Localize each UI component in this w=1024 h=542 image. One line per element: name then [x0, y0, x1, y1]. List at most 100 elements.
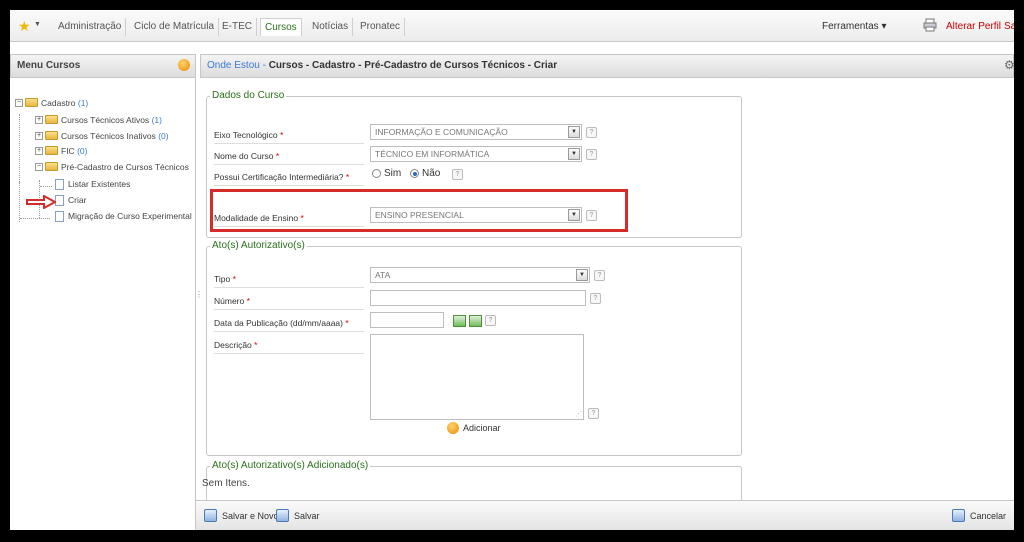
help-icon[interactable]: ?	[452, 169, 463, 180]
page-icon	[55, 211, 64, 222]
tree-connector	[19, 114, 20, 182]
folder-icon	[45, 131, 58, 140]
save-new-button[interactable]: Salvar e Novo	[204, 509, 279, 523]
breadcrumb-here: Onde Estou -	[207, 60, 266, 71]
numero-label: Número *	[214, 296, 250, 306]
expand-icon[interactable]: +	[35, 147, 43, 155]
app-window: ★ ▼ Administração Ciclo de Matrícula E-T…	[10, 10, 1014, 530]
cancel-button[interactable]: Cancelar	[952, 509, 1006, 523]
eixo-select[interactable]: INFORMAÇÃO E COMUNICAÇÃO ▼	[370, 124, 582, 140]
tree-connector	[20, 218, 50, 219]
atos-legend: Ato(s) Autorizativo(s)	[210, 240, 307, 251]
tree-connector	[40, 186, 52, 187]
folder-icon	[45, 115, 58, 124]
calendar-icon[interactable]	[453, 315, 466, 327]
folder-icon	[45, 146, 58, 155]
eixo-label: Eixo Tecnológico *	[214, 130, 284, 140]
menu-header: Menu Cursos	[10, 54, 196, 78]
expand-icon[interactable]: +	[35, 116, 43, 124]
add-icon[interactable]	[447, 422, 459, 434]
radio-nao-label[interactable]: Não	[422, 168, 440, 179]
chevron-down-icon[interactable]: ▼	[568, 148, 580, 160]
tree-item-fic[interactable]: FIC (0)	[61, 145, 87, 157]
gear-icon[interactable]: ⚙	[1004, 58, 1014, 72]
divider	[214, 353, 364, 354]
folder-icon	[45, 162, 58, 171]
atos-adicionados-legend: Ato(s) Autorizativo(s) Adicionado(s)	[210, 460, 371, 471]
tab-noticias[interactable]: Notícias	[308, 18, 354, 36]
expand-icon[interactable]: +	[35, 132, 43, 140]
empty-list-text: Sem Itens.	[202, 478, 250, 489]
favorites-star-icon[interactable]: ★	[18, 18, 34, 34]
divider	[214, 331, 364, 332]
divider	[214, 164, 364, 165]
radio-nao[interactable]	[410, 169, 419, 178]
help-icon[interactable]: ?	[594, 270, 605, 281]
bottom-toolbar: Salvar e Novo Salvar Cancelar	[196, 500, 1014, 530]
red-arrow-icon	[26, 195, 56, 209]
add-icon[interactable]	[178, 59, 190, 71]
divider	[214, 185, 364, 186]
help-icon[interactable]: ?	[590, 293, 601, 304]
data-publicacao-input[interactable]	[370, 312, 444, 328]
chevron-down-icon[interactable]: ▼	[568, 126, 580, 138]
help-icon[interactable]: ?	[588, 408, 599, 419]
tipo-label: Tipo *	[214, 274, 236, 284]
tree-item-migracao[interactable]: Migração de Curso Experimental	[68, 210, 192, 222]
folder-icon	[25, 98, 38, 107]
menu-tree	[10, 78, 196, 530]
data-publicacao-label: Data da Publicação (dd/mm/aaaa) *	[214, 318, 349, 328]
help-icon[interactable]: ?	[586, 127, 597, 138]
help-icon[interactable]: ?	[485, 315, 496, 326]
logout-link[interactable]: Sa	[1004, 18, 1014, 36]
divider	[214, 309, 364, 310]
splitter-handle[interactable]: ⋮	[195, 290, 203, 299]
nome-label: Nome do Curso *	[214, 151, 280, 161]
tree-item-criar[interactable]: Criar	[68, 194, 86, 206]
adicionar-button[interactable]: Adicionar	[463, 422, 501, 434]
highlight-box	[210, 189, 628, 232]
tab-ciclo-matricula[interactable]: Ciclo de Matrícula	[130, 18, 220, 36]
resize-grip-icon[interactable]: ⋰	[575, 410, 582, 418]
page-icon	[55, 179, 64, 190]
numero-input[interactable]	[370, 290, 586, 306]
breadcrumb-path: Cursos - Cadastro - Pré-Cadastro de Curs…	[268, 60, 558, 71]
tree-item-listar[interactable]: Listar Existentes	[68, 178, 130, 190]
divider	[214, 287, 364, 288]
tree-item-pre-cadastro[interactable]: Pré-Cadastro de Cursos Técnicos	[61, 161, 189, 173]
tree-item-inativos[interactable]: Cursos Técnicos Inativos (0)	[61, 130, 169, 142]
cancel-icon	[952, 509, 965, 522]
nome-select[interactable]: TÉCNICO EM INFORMÁTICA ▼	[370, 146, 582, 162]
dados-curso-legend: Dados do Curso	[210, 90, 287, 101]
printer-icon[interactable]	[923, 18, 937, 32]
save-new-icon	[204, 509, 217, 522]
chevron-down-icon[interactable]: ▼	[576, 269, 588, 281]
tools-menu[interactable]: Ferramentas ▾	[822, 18, 886, 36]
page-icon	[55, 195, 64, 206]
tree-item-cadastro[interactable]: Cadastro (1)	[41, 97, 88, 109]
radio-sim[interactable]	[372, 169, 381, 178]
certificacao-label: Possui Certificação Intermediária? *	[214, 172, 350, 182]
alter-profile-link[interactable]: Alterar Perfil	[946, 18, 1001, 36]
menu-title: Menu Cursos	[17, 60, 81, 71]
divider	[214, 143, 364, 144]
tab-pronatec[interactable]: Pronatec	[356, 18, 406, 36]
floppy-icon	[276, 509, 289, 522]
radio-sim-label[interactable]: Sim	[384, 168, 401, 179]
top-navigation: ★ ▼ Administração Ciclo de Matrícula E-T…	[10, 10, 1014, 42]
collapse-icon[interactable]: −	[15, 99, 23, 107]
chevron-down-icon[interactable]: ▼	[34, 21, 41, 28]
tab-etec[interactable]: E-TEC	[218, 18, 257, 36]
descricao-label: Descrição *	[214, 340, 258, 350]
tab-administracao[interactable]: Administração	[54, 18, 127, 36]
tab-cursos[interactable]: Cursos	[260, 18, 302, 36]
save-button[interactable]: Salvar	[276, 509, 320, 523]
descricao-textarea[interactable]	[370, 334, 584, 420]
tipo-select[interactable]: ATA ▼	[370, 267, 590, 283]
calendar-clear-icon[interactable]	[469, 315, 482, 327]
tree-item-ativos[interactable]: Cursos Técnicos Ativos (1)	[61, 114, 162, 126]
tree-connector	[19, 182, 20, 222]
help-icon[interactable]: ?	[586, 149, 597, 160]
collapse-icon[interactable]: −	[35, 163, 43, 171]
breadcrumb: Onde Estou - Cursos - Cadastro - Pré-Cad…	[200, 54, 1014, 78]
